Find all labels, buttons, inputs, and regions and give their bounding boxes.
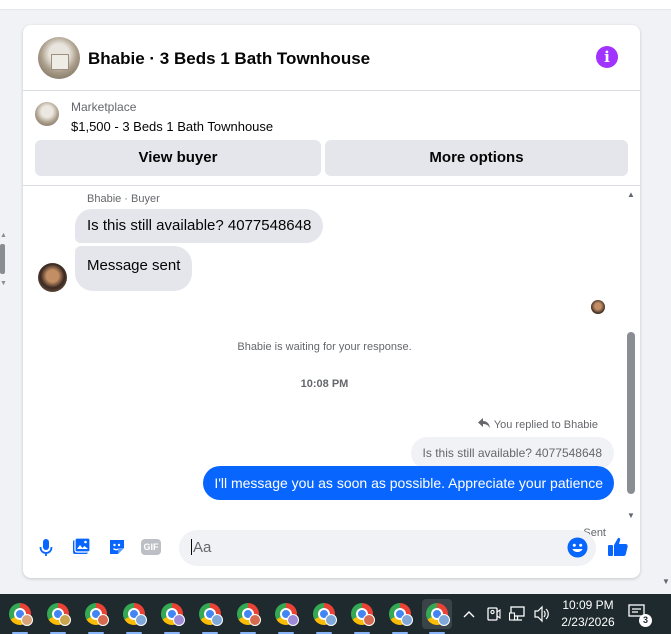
left-scrollbar[interactable]: ▲ ▼	[0, 228, 7, 290]
thread-scroll-thumb[interactable]	[627, 332, 635, 494]
volume-icon[interactable]	[533, 594, 551, 634]
microphone-icon[interactable]	[35, 536, 57, 558]
chrome-taskbar-icon-active[interactable]	[422, 599, 452, 634]
photo-icon[interactable]	[70, 536, 92, 558]
listing-price-title[interactable]: $1,500 - 3 Beds 1 Bath Townhouse	[71, 119, 273, 134]
chrome-taskbar-icon[interactable]	[309, 599, 339, 634]
incoming-message[interactable]: Message sent	[75, 246, 193, 291]
thread-scrollbar[interactable]: ▲ ▼	[624, 187, 638, 523]
message-input-placeholder: Aa	[193, 539, 212, 556]
incoming-message[interactable]: Is this still available? 4077548648	[75, 209, 324, 243]
outgoing-message[interactable]: I'll message you as soon as possible. Ap…	[203, 466, 614, 500]
thread-scroll-down-icon[interactable]: ▼	[627, 511, 635, 520]
chrome-taskbar-icon[interactable]	[385, 599, 415, 634]
quoted-message[interactable]: Is this still available? 4077548648	[410, 437, 614, 469]
sticker-icon[interactable]	[106, 536, 128, 558]
reply-context: You replied to Bhabie	[477, 417, 598, 431]
listing-avatar[interactable]	[38, 37, 80, 79]
clock-time: 10:09 PM	[562, 598, 614, 612]
network-icon[interactable]	[508, 594, 527, 634]
listing-source: Marketplace	[71, 100, 137, 114]
message-timestamp: 10:08 PM	[300, 378, 349, 390]
message-thread: Bhabie · Buyer Is this still available? …	[23, 187, 640, 539]
thumbs-up-icon[interactable]	[606, 535, 630, 559]
chat-title[interactable]: Bhabie · 3 Beds 1 Bath Townhouse	[88, 49, 370, 69]
emoji-icon[interactable]	[567, 537, 588, 558]
listing-thumbnail[interactable]	[35, 102, 59, 126]
chrome-taskbar-icon[interactable]	[5, 599, 35, 634]
scroll-thumb[interactable]	[0, 244, 5, 274]
sender-label: Bhabie · Buyer	[87, 193, 160, 205]
chrome-taskbar-icon[interactable]	[119, 599, 149, 634]
scroll-up-arrow-icon[interactable]: ▲	[0, 232, 7, 240]
replied-label: You replied to Bhabie	[493, 419, 598, 431]
view-buyer-button[interactable]: View buyer	[35, 140, 321, 176]
windows-taskbar: 10:09 PM 2/23/2026 3	[0, 594, 671, 634]
message-composer: GIF Aa	[23, 523, 640, 578]
camera-icon[interactable]	[486, 594, 502, 634]
chat-window: Bhabie · 3 Beds 1 Bath Townhouse i Marke…	[23, 25, 640, 578]
chrome-taskbar-icon[interactable]	[347, 599, 377, 634]
message-input[interactable]: Aa	[179, 530, 596, 566]
chrome-taskbar-icon[interactable]	[271, 599, 301, 634]
chrome-taskbar-icon[interactable]	[157, 599, 187, 634]
notification-count-badge: 3	[639, 614, 652, 627]
chrome-taskbar-icon[interactable]	[233, 599, 263, 634]
show-hidden-icons-icon[interactable]	[462, 594, 476, 634]
gif-icon[interactable]: GIF	[141, 536, 163, 558]
scroll-down-arrow-icon[interactable]: ▼	[0, 280, 7, 288]
window-top-strip	[0, 0, 671, 10]
chrome-taskbar-icon[interactable]	[81, 599, 111, 634]
page-scroll-down-icon[interactable]: ▼	[662, 577, 670, 586]
reply-arrow-icon	[477, 417, 490, 431]
waiting-notice: Bhabie is waiting for your response.	[237, 341, 412, 353]
chat-header: Bhabie · 3 Beds 1 Bath Townhouse i	[23, 25, 640, 91]
seen-indicator-avatar	[591, 300, 605, 314]
notification-center-icon[interactable]: 3	[628, 603, 652, 627]
marketplace-listing-card: Marketplace $1,500 - 3 Beds 1 Bath Townh…	[23, 92, 640, 186]
more-options-button[interactable]: More options	[325, 140, 628, 176]
info-icon[interactable]: i	[596, 46, 618, 68]
taskbar-clock[interactable]: 10:09 PM 2/23/2026	[557, 597, 619, 631]
clock-date: 2/23/2026	[561, 615, 615, 629]
chrome-taskbar-icon[interactable]	[43, 599, 73, 634]
chrome-taskbar-icon[interactable]	[195, 599, 225, 634]
thread-scroll-up-icon[interactable]: ▲	[627, 190, 635, 199]
sender-avatar[interactable]	[38, 263, 67, 292]
page-scrollbar[interactable]: ▼	[661, 0, 671, 594]
